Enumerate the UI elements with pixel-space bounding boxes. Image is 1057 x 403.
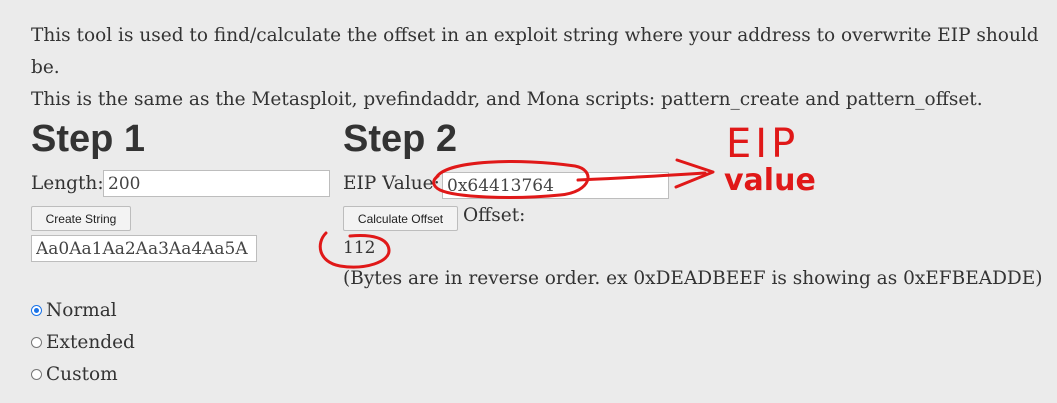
radio-custom[interactable]: [31, 369, 42, 380]
pattern-output-field[interactable]: [31, 235, 257, 262]
option-label: Custom: [46, 364, 118, 385]
offset-label: Offset:: [463, 205, 526, 226]
length-input[interactable]: [103, 170, 330, 197]
byte-order-note: (Bytes are in reverse order. ex 0xDEADBE…: [343, 268, 1043, 289]
option-label: Normal: [46, 300, 117, 321]
arrowhead-mark: [674, 158, 715, 189]
option-custom[interactable]: Custom: [31, 364, 118, 385]
option-normal[interactable]: Normal: [31, 300, 117, 321]
intro-line-1: This tool is used to find/calculate the …: [31, 25, 1039, 78]
annotation-value-text: value: [724, 163, 816, 198]
radio-normal[interactable]: [31, 305, 42, 316]
eip-value-label: EIP Value:: [343, 173, 440, 194]
option-label: Extended: [46, 332, 135, 353]
annotation-eip-text: EIP: [726, 121, 799, 167]
length-label: Length:: [31, 173, 104, 194]
radio-extended[interactable]: [31, 337, 42, 348]
create-string-button[interactable]: Create String: [31, 206, 131, 231]
intro-line-2: This is the same as the Metasploit, pvef…: [31, 89, 983, 110]
step2-heading: Step 2: [343, 118, 458, 160]
calculate-offset-button[interactable]: Calculate Offset: [343, 206, 458, 231]
option-extended[interactable]: Extended: [31, 332, 135, 353]
step1-heading: Step 1: [31, 118, 146, 160]
offset-result: 112: [343, 238, 376, 258]
intro-text: This tool is used to find/calculate the …: [31, 20, 1057, 116]
eip-value-input[interactable]: [442, 172, 669, 199]
